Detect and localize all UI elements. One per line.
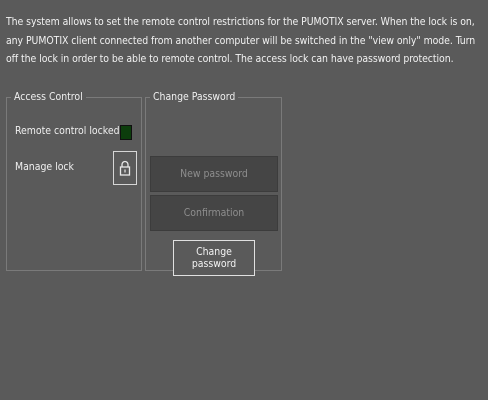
access-control-group: Access Control Remote control locked Man… — [6, 91, 142, 271]
confirmation-password-input[interactable] — [150, 195, 278, 231]
manage-lock-label: Manage lock — [15, 161, 74, 173]
padlock-icon — [119, 160, 131, 176]
change-password-button[interactable]: Change password — [173, 240, 255, 276]
change-password-title: Change Password — [153, 91, 236, 103]
description-text: The system allows to set the remote cont… — [6, 16, 476, 65]
remote-lock-status-indicator — [120, 125, 132, 140]
change-password-group: Change Password Change password — [145, 91, 282, 276]
access-control-title: Access Control — [14, 91, 83, 103]
manage-lock-button[interactable] — [113, 151, 137, 185]
new-password-input[interactable] — [150, 156, 278, 192]
remote-control-locked-label: Remote control locked — [15, 125, 120, 137]
